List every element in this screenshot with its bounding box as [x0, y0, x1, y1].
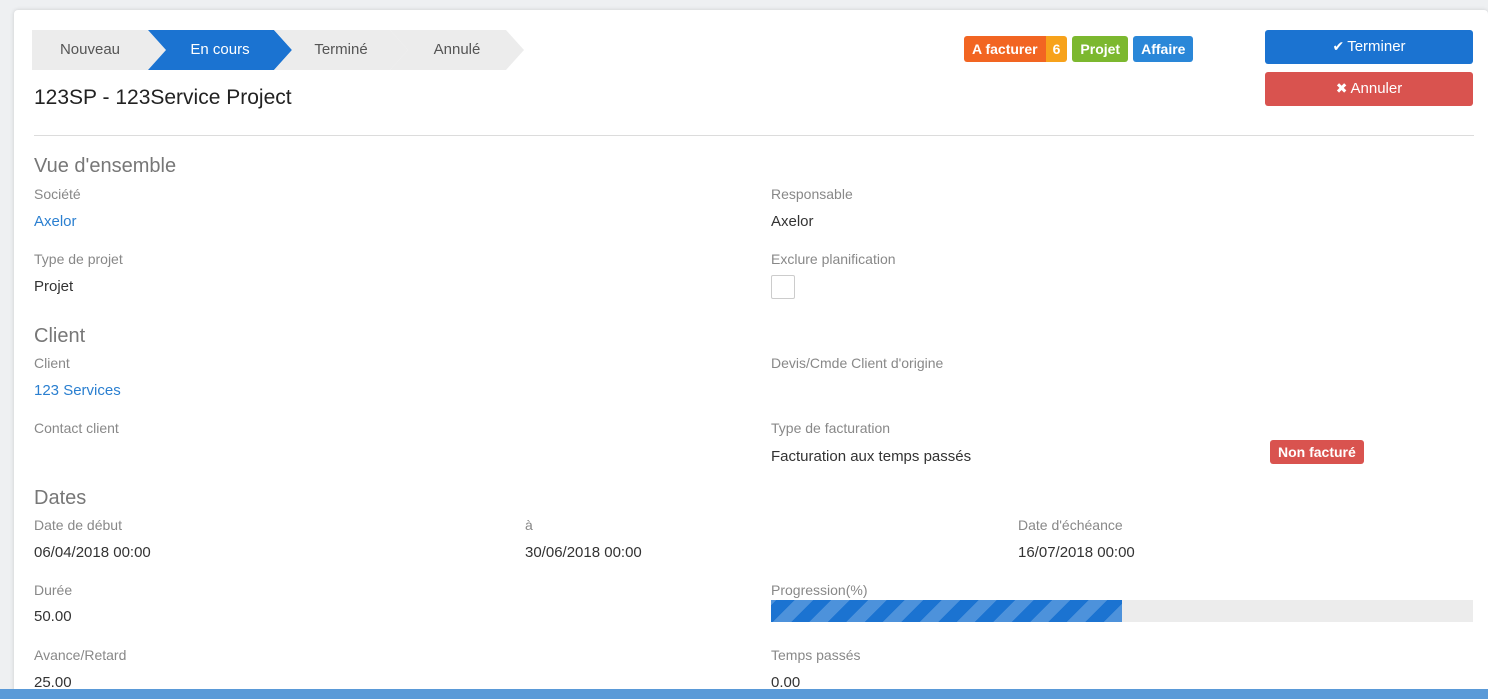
- progress-label: Progression(%): [771, 582, 868, 598]
- project-type-value: Projet: [34, 278, 74, 295]
- manager-value: Axelor: [771, 213, 814, 230]
- status-step-cancelled-label: Annulé: [433, 41, 481, 58]
- status-step-finished-label: Terminé: [314, 41, 368, 58]
- progress-track: [771, 600, 1473, 622]
- exclude-planning-checkbox[interactable]: [771, 275, 795, 299]
- advance-delay-label: Avance/Retard: [34, 647, 127, 663]
- time-spent-label: Temps passés: [771, 647, 861, 663]
- to-invoice-label: A facturer: [964, 36, 1046, 62]
- status-step-new[interactable]: Nouveau: [32, 30, 166, 70]
- end-date-label: à: [525, 517, 533, 533]
- origin-order-label: Devis/Cmde Client d'origine: [771, 355, 944, 371]
- status-step-cancelled[interactable]: Annulé: [390, 30, 524, 70]
- bottom-status-bar: [0, 689, 1488, 699]
- due-date-value: 16/07/2018 00:00: [1018, 544, 1135, 561]
- client-link[interactable]: 123 Services: [34, 382, 121, 399]
- invoicing-type-value: Facturation aux temps passés: [771, 448, 972, 465]
- status-step-new-label: Nouveau: [59, 41, 121, 58]
- manager-label: Responsable: [771, 186, 853, 202]
- to-invoice-count: 6: [1045, 36, 1068, 62]
- project-type-label: Type de projet: [34, 251, 123, 267]
- to-invoice-badge[interactable]: A facturer 6: [964, 36, 1068, 62]
- times-circle-icon: ✖: [1335, 80, 1348, 96]
- client-label: Client: [34, 355, 70, 371]
- project-form-panel: Nouveau En cours Terminé Annulé 123SP - …: [14, 10, 1488, 699]
- start-date-label: Date de début: [34, 517, 122, 533]
- progress-bar: [771, 600, 1122, 622]
- status-step-finished[interactable]: Terminé: [274, 30, 408, 70]
- company-label: Société: [34, 186, 81, 202]
- invoicing-type-label: Type de facturation: [771, 420, 891, 436]
- company-link[interactable]: Axelor: [34, 213, 77, 230]
- status-step-in-progress[interactable]: En cours: [148, 30, 292, 70]
- status-step-in-progress-label: En cours: [190, 41, 250, 58]
- duration-value: 50.00: [34, 608, 72, 625]
- duration-label: Durée: [34, 582, 73, 598]
- invoicing-status-badge: Non facturé: [1270, 440, 1364, 464]
- section-title-overview: Vue d'ensemble: [34, 155, 177, 177]
- badge-bar: A facturer 6 Projet Affaire: [964, 36, 1194, 62]
- start-date-value: 06/04/2018 00:00: [34, 544, 151, 561]
- check-icon: ✔: [1332, 38, 1345, 54]
- page-title: 123SP - 123Service Project: [34, 86, 292, 109]
- exclude-planning-label: Exclure planification: [771, 251, 896, 267]
- project-badge[interactable]: Projet: [1072, 36, 1129, 62]
- cancel-button-label: Annuler: [1350, 80, 1403, 97]
- finish-button[interactable]: ✔ Terminer: [1265, 30, 1473, 64]
- cancel-button[interactable]: ✖ Annuler: [1265, 72, 1473, 106]
- contact-label: Contact client: [34, 420, 119, 436]
- header-divider: [34, 135, 1474, 136]
- end-date-value: 30/06/2018 00:00: [525, 544, 642, 561]
- business-badge[interactable]: Affaire: [1133, 36, 1194, 62]
- finish-button-label: Terminer: [1347, 38, 1406, 55]
- due-date-label: Date d'échéance: [1018, 517, 1123, 533]
- section-title-client: Client: [34, 325, 86, 347]
- section-title-dates: Dates: [34, 487, 87, 509]
